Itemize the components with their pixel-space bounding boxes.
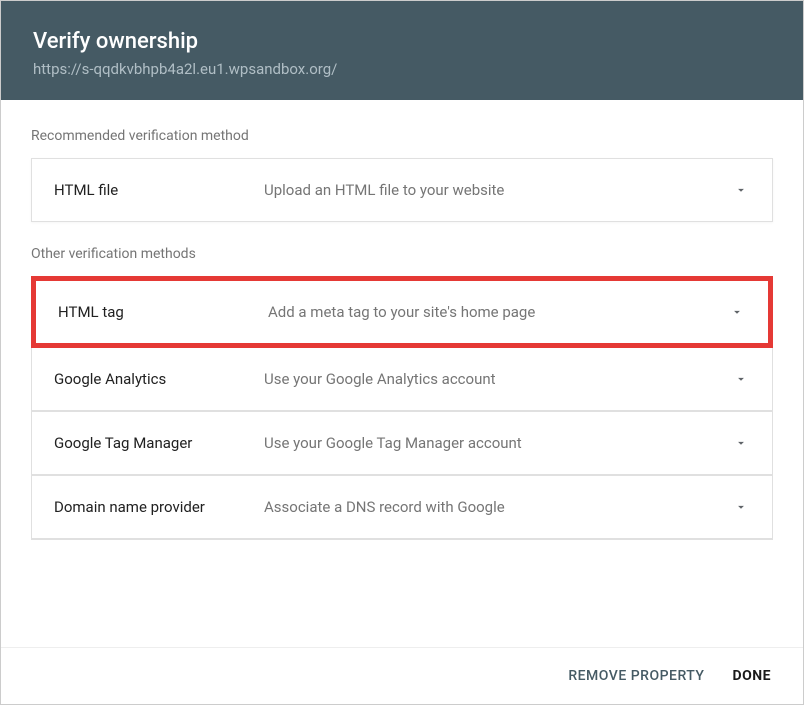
method-desc: Use your Google Tag Manager account (264, 434, 732, 452)
remove-property-button[interactable]: REMOVE PROPERTY (568, 668, 704, 684)
dialog-title: Verify ownership (33, 29, 771, 54)
method-domain-provider[interactable]: Domain name provider Associate a DNS rec… (32, 475, 772, 539)
chevron-down-icon (732, 181, 750, 199)
highlighted-method: HTML tag Add a meta tag to your site's h… (31, 276, 773, 348)
method-title: HTML tag (58, 303, 268, 321)
chevron-down-icon (728, 303, 746, 321)
dialog-header: Verify ownership https://s-qqdkvbhpb4a2l… (1, 1, 803, 100)
method-desc: Upload an HTML file to your website (264, 181, 732, 199)
method-html-file[interactable]: HTML file Upload an HTML file to your we… (31, 158, 773, 222)
method-title: HTML file (54, 181, 264, 199)
method-google-analytics[interactable]: Google Analytics Use your Google Analyti… (32, 348, 772, 411)
method-title: Domain name provider (54, 498, 264, 516)
dialog-footer: REMOVE PROPERTY DONE (1, 647, 803, 704)
method-google-tag-manager[interactable]: Google Tag Manager Use your Google Tag M… (32, 411, 772, 475)
method-desc: Associate a DNS record with Google (264, 498, 732, 516)
other-methods-group: Google Analytics Use your Google Analyti… (31, 348, 773, 540)
dialog: Verify ownership https://s-qqdkvbhpb4a2l… (1, 1, 803, 704)
method-title: Google Tag Manager (54, 434, 264, 452)
method-desc: Add a meta tag to your site's home page (268, 303, 728, 321)
chevron-down-icon (732, 370, 750, 388)
method-html-tag[interactable]: HTML tag Add a meta tag to your site's h… (36, 281, 768, 343)
dialog-subtitle: https://s-qqdkvbhpb4a2l.eu1.wpsandbox.or… (33, 60, 771, 78)
chevron-down-icon (732, 498, 750, 516)
dialog-body: Recommended verification method HTML fil… (1, 100, 803, 647)
other-section-label: Other verification methods (31, 246, 773, 262)
done-button[interactable]: DONE (732, 668, 771, 684)
method-desc: Use your Google Analytics account (264, 370, 732, 388)
method-title: Google Analytics (54, 370, 264, 388)
recommended-section-label: Recommended verification method (31, 128, 773, 144)
chevron-down-icon (732, 434, 750, 452)
